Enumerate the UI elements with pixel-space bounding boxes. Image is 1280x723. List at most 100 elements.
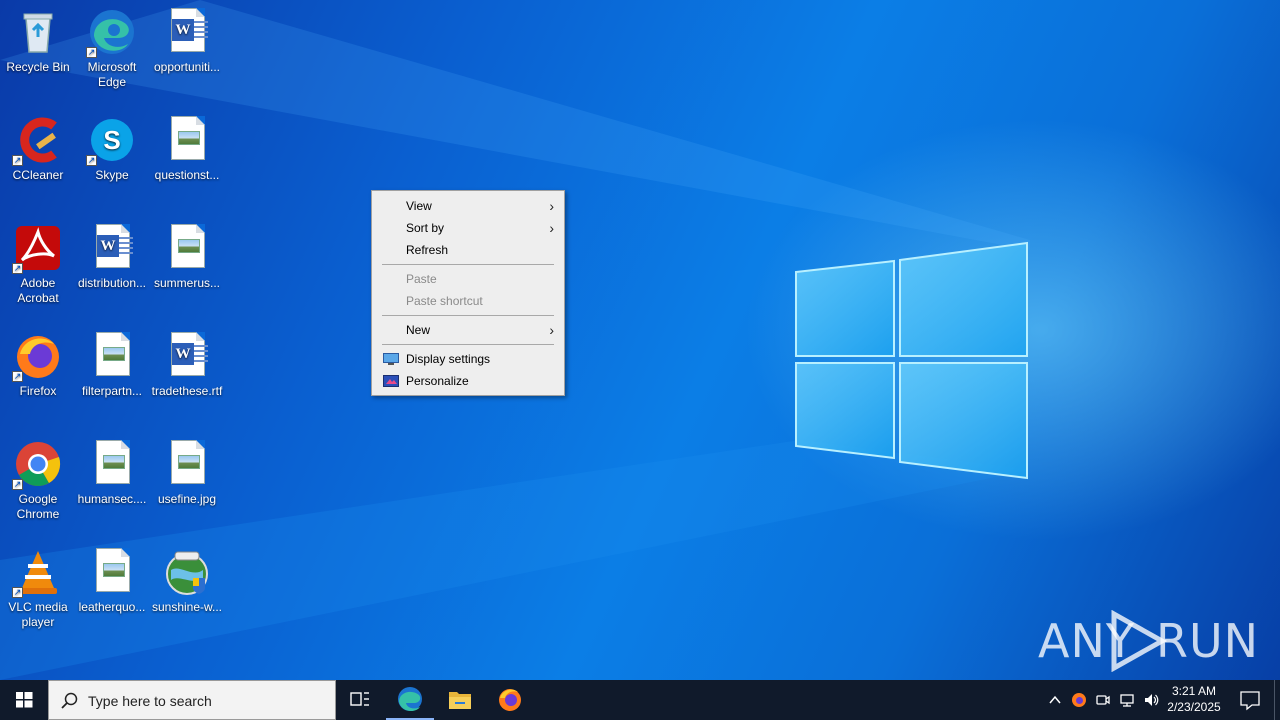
desktop-icon-vlc[interactable]: ↗ VLC media player xyxy=(0,544,76,644)
menu-item-label: Paste shortcut xyxy=(406,294,483,308)
desktop-icon-label: sunshine-w... xyxy=(151,600,223,614)
action-center-button[interactable] xyxy=(1232,680,1268,720)
menu-item-label: View xyxy=(406,199,432,213)
desktop-icon-label: filterpartn... xyxy=(81,384,143,398)
menu-item-sort-by[interactable]: Sort by › xyxy=(374,217,562,239)
tray-firefox[interactable] xyxy=(1071,692,1087,708)
desktop-file-usefine[interactable]: usefine.jpg xyxy=(149,436,225,536)
menu-item-refresh[interactable]: Refresh xyxy=(374,239,562,261)
desktop-icon-label: Firefox xyxy=(19,384,57,398)
desktop-file-opportuniti[interactable]: W opportuniti... xyxy=(149,4,225,104)
clock-date: 2/23/2025 xyxy=(1167,700,1221,714)
tray-network[interactable] xyxy=(1119,692,1135,708)
desktop-icon-label: Google Chrome xyxy=(16,492,60,521)
desktop-icon-label: usefine.jpg xyxy=(157,492,217,506)
desktop-icon-google-chrome[interactable]: ↗ Google Chrome xyxy=(0,436,76,536)
firefox-icon xyxy=(1072,693,1086,707)
meet-now-icon xyxy=(1096,695,1110,705)
volume-icon xyxy=(1145,694,1159,706)
image-file-icon xyxy=(96,440,130,484)
menu-item-paste[interactable]: Paste xyxy=(374,268,562,290)
shortcut-arrow-icon: ↗ xyxy=(12,479,23,490)
word-document-icon: W xyxy=(171,332,208,376)
image-file-icon xyxy=(96,332,130,376)
desktop-icon-label: VLC media player xyxy=(8,600,68,629)
desktop-icon-label: Skype xyxy=(95,168,129,182)
desktop[interactable]: Recycle Bin ↗ CCleaner ↗ Adobe Acrobat ↗… xyxy=(0,0,1280,680)
start-button[interactable] xyxy=(0,680,48,720)
shortcut-arrow-icon: ↗ xyxy=(12,587,23,598)
desktop-file-leatherquo[interactable]: leatherquo... xyxy=(74,544,150,644)
taskbar-file-explorer-button[interactable] xyxy=(436,680,484,720)
image-file-icon xyxy=(171,116,205,160)
desktop-file-tradethese[interactable]: W tradethese.rtf xyxy=(149,328,225,428)
menu-item-view[interactable]: View › xyxy=(374,195,562,217)
menu-item-label: Refresh xyxy=(406,243,449,257)
shortcut-arrow-icon: ↗ xyxy=(12,155,23,166)
network-icon xyxy=(1120,694,1134,707)
watermark-right-text: RUN xyxy=(1156,614,1260,668)
file-explorer-icon xyxy=(449,692,471,709)
word-document-icon: W xyxy=(171,8,208,52)
menu-item-personalize[interactable]: Personalize xyxy=(374,370,562,392)
menu-item-paste-shortcut[interactable]: Paste shortcut xyxy=(374,290,562,312)
search-box[interactable]: Type here to search xyxy=(48,680,336,720)
desktop-icon-label: distribution... xyxy=(77,276,147,290)
show-hidden-icons-button[interactable] xyxy=(1047,692,1063,708)
desktop-icon-label: leatherquo... xyxy=(78,600,146,614)
word-document-icon: W xyxy=(96,224,133,268)
anyrun-watermark: ANY RUN xyxy=(1038,610,1258,674)
desktop-icon-label: Adobe Acrobat xyxy=(17,276,59,305)
menu-item-label: Sort by xyxy=(406,221,445,235)
recycle-bin-icon xyxy=(23,13,53,53)
menu-separator xyxy=(382,264,554,265)
taskbar-edge-button[interactable] xyxy=(386,680,434,720)
desktop-icon-label: humansec.... xyxy=(77,492,147,506)
taskbar-firefox-button[interactable] xyxy=(486,680,534,720)
display-icon xyxy=(383,353,399,365)
desktop-icon-recycle-bin[interactable]: Recycle Bin xyxy=(0,4,76,104)
chevron-right-icon: › xyxy=(549,198,554,214)
menu-separator xyxy=(382,315,554,316)
image-file-icon xyxy=(171,440,205,484)
menu-item-label: Display settings xyxy=(406,352,491,366)
desktop-file-filterpartn[interactable]: filterpartn... xyxy=(74,328,150,428)
tray-volume[interactable] xyxy=(1143,692,1159,708)
desktop-icon-label: summerus... xyxy=(153,276,220,290)
chevron-up-icon xyxy=(1049,695,1061,704)
menu-item-display-settings[interactable]: Display settings xyxy=(374,348,562,370)
desktop-file-summerus[interactable]: summerus... xyxy=(149,220,225,320)
task-view-button[interactable] xyxy=(336,680,384,720)
desktop-icon-adobe-acrobat[interactable]: ↗ Adobe Acrobat xyxy=(0,220,76,320)
desktop-icon-skype[interactable]: S ↗ Skype xyxy=(74,112,150,212)
shortcut-arrow-icon: ↗ xyxy=(12,263,23,274)
svg-text:S: S xyxy=(103,125,120,155)
chevron-right-icon: › xyxy=(549,322,554,338)
desktop-file-questionst[interactable]: questionst... xyxy=(149,112,225,212)
show-desktop-button[interactable] xyxy=(1274,680,1280,720)
notification-icon xyxy=(1240,691,1260,711)
desktop-file-humansec[interactable]: humansec.... xyxy=(74,436,150,536)
desktop-file-distribution[interactable]: W distribution... xyxy=(74,220,150,320)
desktop-icon-microsoft-edge[interactable]: ↗ Microsoft Edge xyxy=(74,4,150,104)
shortcut-arrow-icon: ↗ xyxy=(12,371,23,382)
desktop-icon-label: opportuniti... xyxy=(153,60,221,74)
desktop-icon-firefox[interactable]: ↗ Firefox xyxy=(0,328,76,428)
menu-item-new[interactable]: New › xyxy=(374,319,562,341)
personalize-icon xyxy=(383,375,399,387)
search-icon xyxy=(61,692,78,709)
windows-logo-icon xyxy=(16,692,33,708)
desktop-icon-label: Recycle Bin xyxy=(6,60,70,74)
desktop-icon-label: questionst... xyxy=(154,168,220,182)
desktop-icon-ccleaner[interactable]: ↗ CCleaner xyxy=(0,112,76,212)
desktop-icon-label: tradethese.rtf xyxy=(151,384,223,398)
image-file-icon xyxy=(96,548,130,592)
task-view-icon xyxy=(350,692,369,706)
shortcut-arrow-icon: ↗ xyxy=(86,47,97,58)
desktop-file-sunshine[interactable]: sunshine-w... xyxy=(149,544,225,644)
clock[interactable]: 3:21 AM 2/23/2025 xyxy=(1160,683,1228,715)
menu-item-label: New xyxy=(406,323,431,337)
menu-separator xyxy=(382,344,554,345)
tray-meet[interactable] xyxy=(1095,692,1111,708)
desktop-icon-label: CCleaner xyxy=(12,168,64,182)
